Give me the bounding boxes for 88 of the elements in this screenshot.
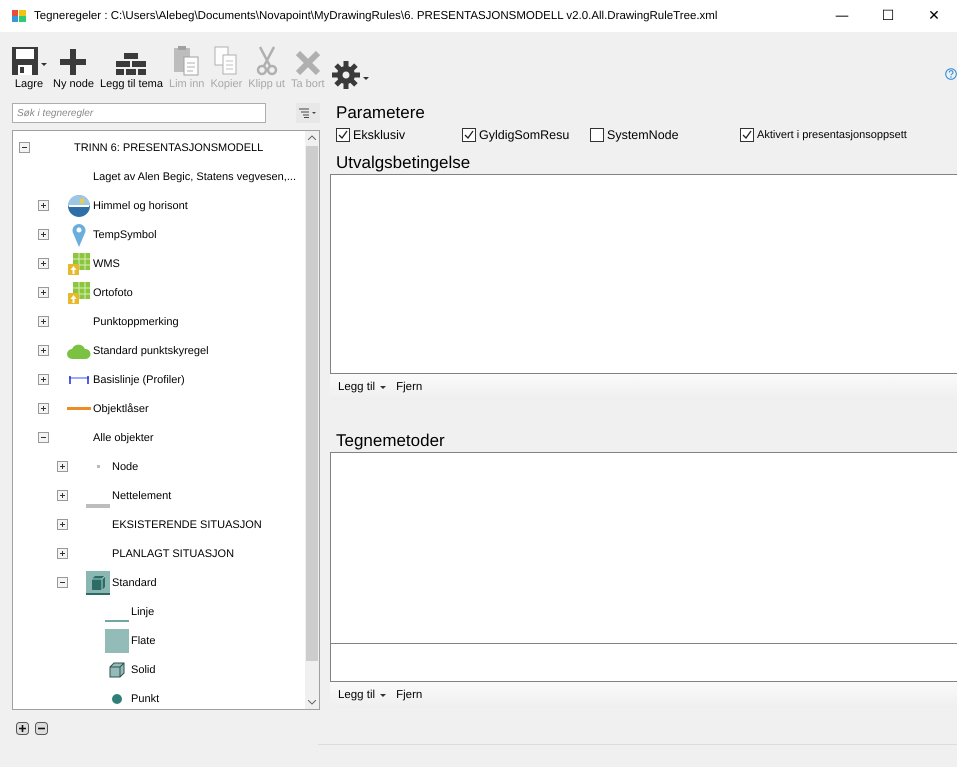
checkbox-label: Eksklusiv	[353, 128, 406, 142]
bricks-icon	[115, 52, 148, 76]
expand-icon[interactable]	[57, 548, 68, 559]
plus-icon	[59, 48, 88, 76]
remove-button[interactable]: Fjern	[396, 381, 422, 393]
collapse-all-icon[interactable]	[35, 722, 48, 735]
line-icon	[67, 407, 91, 410]
tree-item[interactable]: Standard	[112, 576, 157, 588]
checkbox-label: Aktivert i presentasjonsoppsett	[757, 129, 907, 141]
tree-item[interactable]: Solid	[131, 664, 156, 676]
tree-item[interactable]: Standard punktskyregel	[93, 344, 209, 356]
tree-item[interactable]: Linje	[131, 606, 154, 618]
close-button[interactable]: ✕	[911, 0, 957, 32]
tree-item[interactable]: Node	[112, 460, 138, 472]
tree-item[interactable]: TempSymbol	[93, 228, 157, 240]
collapse-icon[interactable]	[38, 432, 49, 443]
scroll-down-icon[interactable]	[308, 700, 316, 705]
remove-button[interactable]: Fjern	[396, 689, 422, 701]
expand-icon[interactable]	[57, 519, 68, 530]
tree-item[interactable]: Objektlåser	[93, 402, 149, 414]
toolbar-button[interactable]: Legg til tema	[96, 52, 166, 94]
caret-icon	[380, 386, 386, 388]
map-pin-icon	[72, 222, 86, 246]
tree-item[interactable]: Punkt	[131, 692, 160, 704]
list-filter-icon	[299, 108, 317, 118]
expand-icon[interactable]	[38, 403, 49, 414]
tree-item[interactable]: Flate	[131, 634, 156, 646]
expand-icon[interactable]	[38, 287, 49, 298]
collapse-icon[interactable]	[57, 577, 68, 588]
section-heading: Parametere	[335, 102, 426, 124]
checkbox[interactable]	[462, 128, 476, 142]
add-dropdown[interactable]: Legg til	[338, 381, 386, 393]
app-icon	[12, 10, 26, 22]
expand-icon[interactable]	[38, 345, 49, 356]
tree-item[interactable]: EKSISTERENDE SITUASJON	[112, 518, 262, 530]
map-tiles-icon	[67, 252, 91, 276]
globe-icon	[67, 194, 91, 218]
add-dropdown[interactable]: Legg til	[338, 689, 386, 701]
tree-item[interactable]: Nettelement	[112, 490, 172, 502]
tree-item[interactable]: Punktoppmerking	[93, 316, 179, 328]
expand-icon[interactable]	[38, 258, 49, 269]
caret-icon	[380, 694, 386, 696]
checkbox[interactable]	[590, 128, 604, 142]
maximize-button[interactable]: ☐	[865, 0, 911, 32]
expand-icon[interactable]	[38, 229, 49, 240]
checkbox-label: SystemNode	[607, 128, 679, 142]
tree-item[interactable]: Alle objekter	[93, 432, 154, 444]
tree-item[interactable]: Laget av Alen Begic, Statens vegvesen,...	[93, 170, 296, 182]
tree-item[interactable]: PLANLAGT SITUASJON	[112, 548, 234, 560]
line-icon	[105, 620, 129, 622]
tree-item[interactable]: TRINN 6: PRESENTASJONSMODELL	[74, 142, 264, 154]
cube-icon	[86, 570, 110, 594]
tree-item[interactable]: Himmel og horisont	[93, 200, 188, 212]
scissors-icon	[254, 46, 279, 76]
toolbar-button[interactable]: Lagre	[8, 46, 50, 94]
map-tiles-icon	[67, 280, 91, 304]
search-field[interactable]: Søk i tegneregler	[12, 103, 266, 123]
checkbox-label: GyldigSomResu	[479, 128, 570, 142]
scroll-up-icon[interactable]	[308, 135, 316, 140]
copy-icon	[213, 46, 240, 76]
dot-icon	[112, 694, 122, 704]
square-icon	[105, 628, 129, 652]
detail-area[interactable]	[330, 644, 957, 682]
minimize-button[interactable]: —	[819, 0, 865, 32]
section-heading: Tegnemetoder	[335, 430, 446, 452]
gear-icon	[330, 60, 361, 90]
window-title: Tegneregeler : C:\Users\Alebeg\Documents\Novapoint\MyDrawingRules\6. PRESENTASJONSMODELL v2.0.All.DrawingRuleTree.xml	[34, 10, 718, 22]
collapse-icon[interactable]	[19, 142, 30, 153]
expand-icon[interactable]	[57, 461, 68, 472]
cross-icon	[294, 50, 321, 76]
cube-icon	[109, 662, 125, 678]
expand-icon[interactable]	[38, 200, 49, 211]
checkbox[interactable]	[740, 128, 754, 142]
help-icon[interactable]	[945, 68, 957, 80]
expand-icon[interactable]	[38, 316, 49, 327]
section-heading: Utvalgsbetingelse	[335, 152, 472, 174]
expand-all-icon[interactable]	[16, 722, 29, 735]
cloud-icon	[67, 342, 91, 358]
expand-icon[interactable]	[57, 490, 68, 501]
tree-item[interactable]: WMS	[93, 258, 120, 270]
toolbar-button[interactable]: Ny node	[50, 48, 97, 94]
scrollbar[interactable]	[305, 131, 319, 709]
tree-item[interactable]: Basislinje (Profiler)	[93, 374, 185, 386]
checkbox[interactable]	[336, 128, 350, 142]
filter-button[interactable]	[296, 103, 320, 123]
expand-icon[interactable]	[38, 374, 49, 385]
tree-item[interactable]: Ortofoto	[93, 286, 133, 298]
baseline-icon	[67, 374, 91, 384]
